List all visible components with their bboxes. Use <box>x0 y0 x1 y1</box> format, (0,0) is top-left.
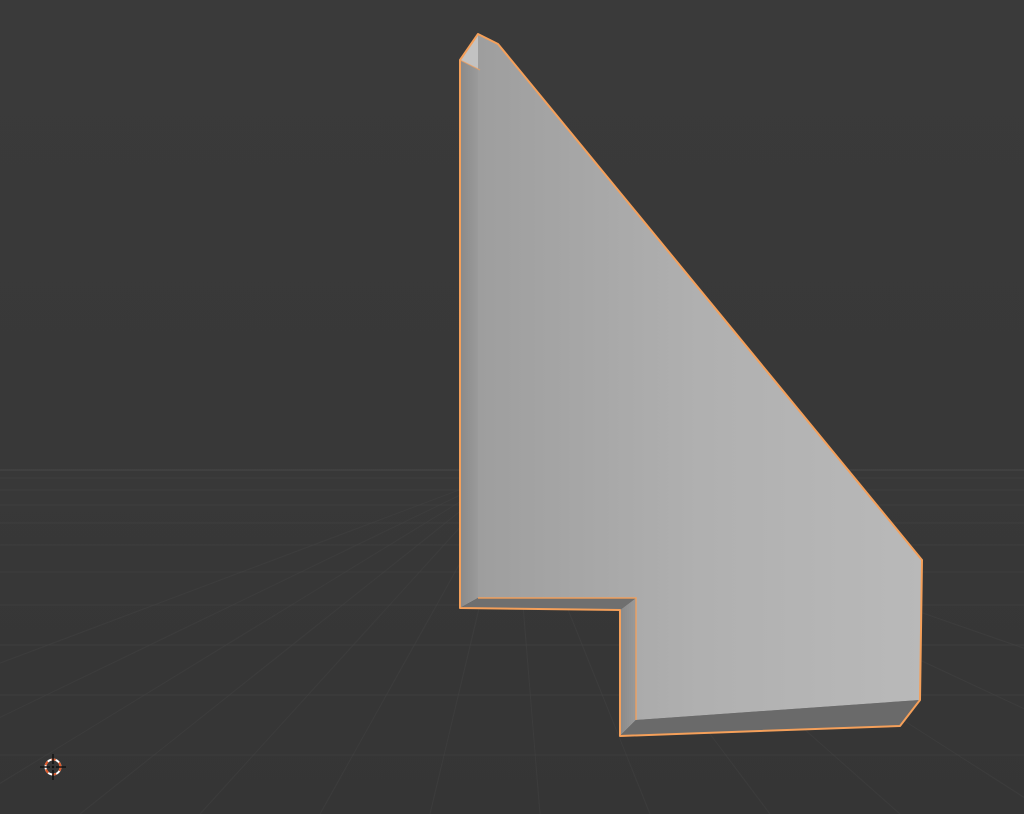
viewport-canvas[interactable] <box>0 0 1024 814</box>
mesh-notch-side <box>620 598 636 736</box>
mesh-side-left <box>460 34 478 608</box>
viewport-3d[interactable] <box>0 0 1024 814</box>
